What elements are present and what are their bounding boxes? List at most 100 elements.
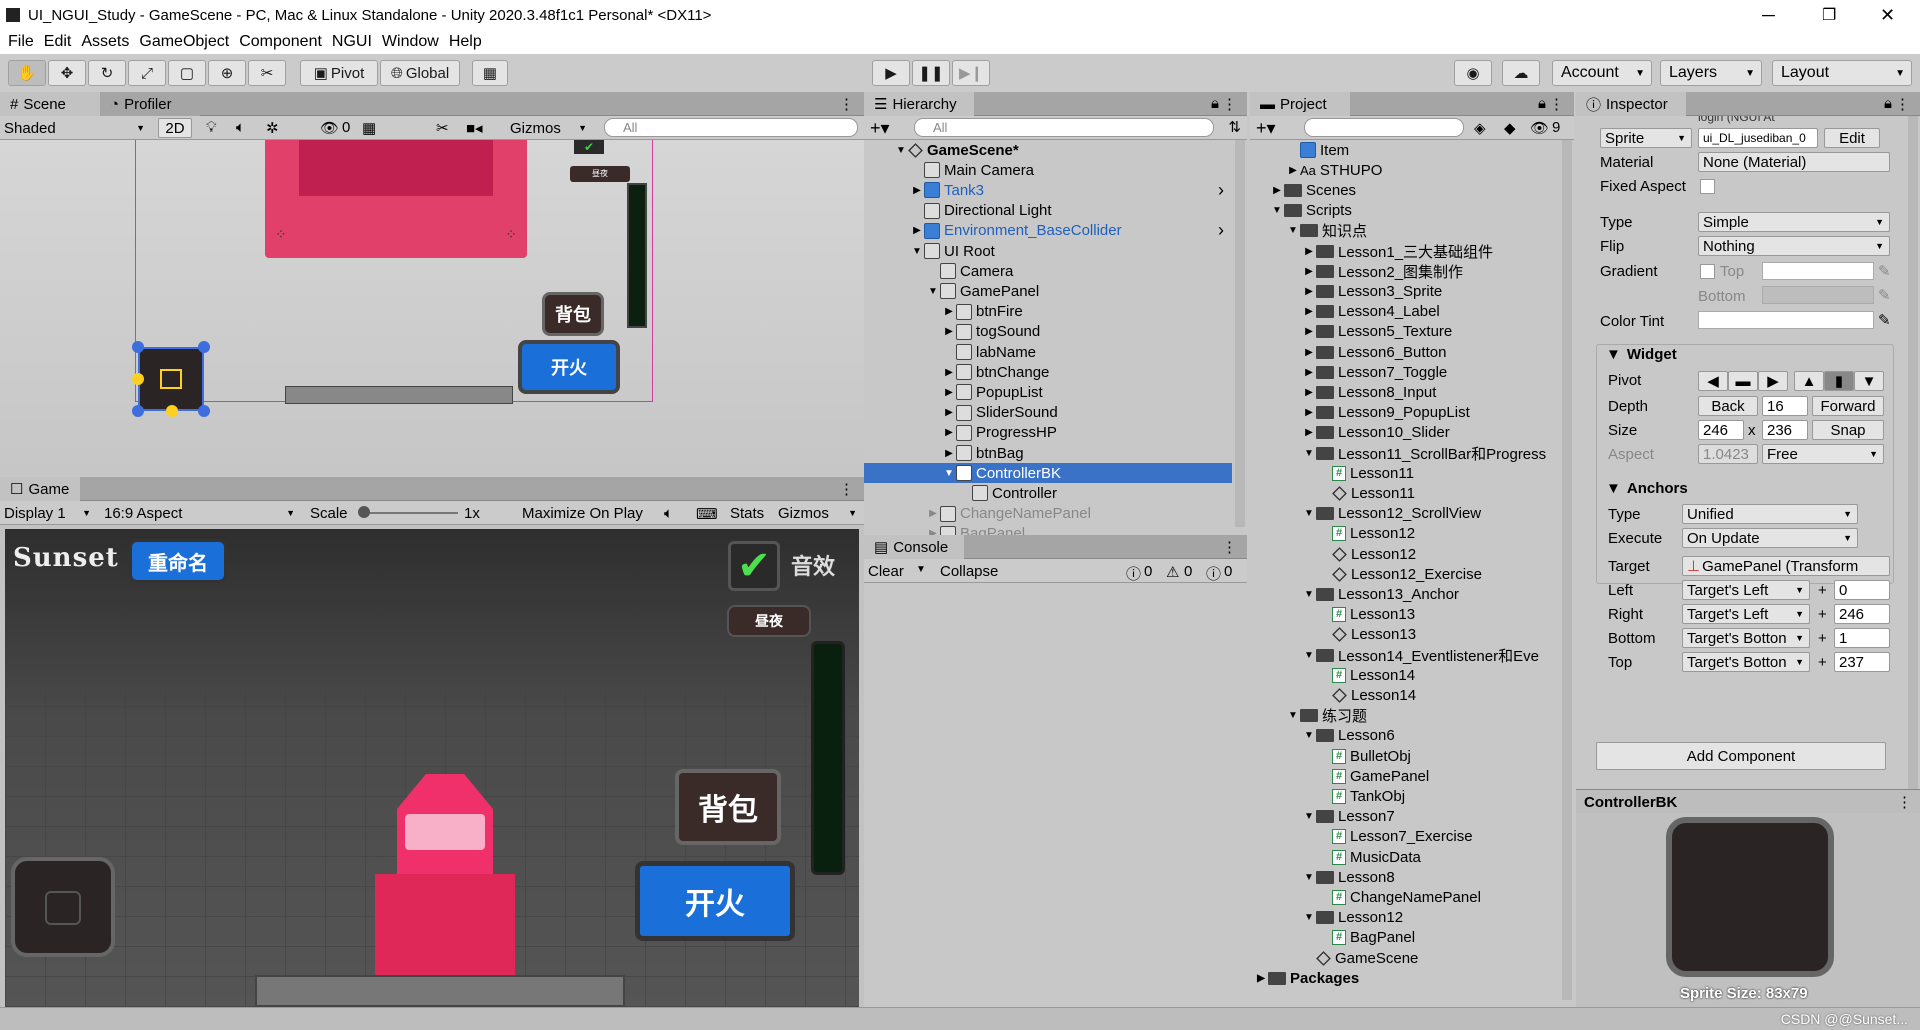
- tab-project[interactable]: ▬ Project: [1250, 92, 1350, 116]
- tree-row[interactable]: ▼ ControllerBK: [864, 463, 1232, 484]
- rotate-tool-icon[interactable]: ↻: [88, 60, 126, 86]
- collapse-icon[interactable]: ▶: [942, 448, 956, 459]
- create-icon[interactable]: +▾: [870, 118, 890, 139]
- aspect-field[interactable]: 1.0423: [1698, 444, 1758, 464]
- collapse-icon[interactable]: ▶: [926, 528, 940, 535]
- console-log-area[interactable]: [864, 583, 1247, 1007]
- selected-controller-bk[interactable]: [138, 347, 204, 411]
- controller-bk[interactable]: [11, 857, 115, 957]
- menu-gameobject[interactable]: GameObject: [139, 33, 231, 51]
- tree-row[interactable]: ▶ Lesson2_图集制作: [1250, 261, 1558, 281]
- expand-icon[interactable]: ▼: [1302, 730, 1316, 741]
- left-offset-field[interactable]: 0: [1834, 580, 1890, 600]
- expand-icon[interactable]: ▼: [910, 246, 924, 257]
- play-icon[interactable]: ▶: [872, 60, 910, 86]
- anchor-left[interactable]: [132, 373, 144, 385]
- hidden-objects-icon[interactable]: 👁︎: [320, 119, 339, 137]
- tree-row[interactable]: ▶ Lesson8_Input: [1250, 382, 1558, 402]
- pivot-top-icon[interactable]: ▲: [1794, 371, 1824, 391]
- pivot-right-icon[interactable]: ▶: [1758, 371, 1788, 391]
- collapse-icon[interactable]: ▶: [1286, 165, 1300, 176]
- type-dropdown[interactable]: Simple: [1698, 212, 1890, 232]
- sound-slider[interactable]: [811, 641, 845, 875]
- tree-row[interactable]: ▶ Lesson10_Slider: [1250, 423, 1558, 443]
- effects-icon[interactable]: ✲: [266, 119, 279, 137]
- depth-field[interactable]: 16: [1762, 396, 1808, 416]
- expand-icon[interactable]: ▼: [1286, 225, 1300, 236]
- tree-row[interactable]: ▶ Lesson7_Toggle: [1250, 362, 1558, 382]
- tab-hierarchy[interactable]: ☰ Hierarchy: [864, 92, 974, 116]
- right-ref-dropdown[interactable]: Target's Left: [1682, 604, 1810, 624]
- collapse-icon[interactable]: ▶: [1302, 367, 1316, 378]
- collapse-icon[interactable]: ▶: [942, 407, 956, 418]
- tree-row[interactable]: ▼ GameScene*: [864, 140, 1232, 160]
- execute-dropdown[interactable]: On Update: [1682, 528, 1858, 548]
- layers-dropdown[interactable]: Layers: [1660, 60, 1762, 86]
- tree-row[interactable]: ▼ UI Root: [864, 241, 1232, 261]
- widget-header[interactable]: ▼ Widget: [1606, 346, 1677, 363]
- collapse-icon[interactable]: ▶: [942, 427, 956, 438]
- collapse-icon[interactable]: ▶: [910, 225, 924, 236]
- shortcuts-icon[interactable]: ⌨: [696, 505, 718, 523]
- inspector-lock-icon[interactable]: 🔒︎: [1884, 95, 1892, 112]
- gradient-bottom-color[interactable]: [1762, 286, 1874, 304]
- tree-row[interactable]: Lesson11: [1250, 483, 1558, 503]
- tree-row[interactable]: ▶ SliderSound: [864, 403, 1232, 423]
- tree-row[interactable]: Lesson12: [1250, 544, 1558, 564]
- tree-row[interactable]: ▶ Lesson6_Button: [1250, 342, 1558, 362]
- preview-menu-icon[interactable]: ⋮: [1897, 793, 1912, 811]
- expand-icon[interactable]: ▼: [1302, 650, 1316, 661]
- tree-row[interactable]: # GamePanel: [1250, 766, 1558, 786]
- expand-icon[interactable]: ▼: [1302, 448, 1316, 459]
- anchor-type-dropdown[interactable]: Unified: [1682, 504, 1858, 524]
- inspector-scrollbar[interactable]: [1908, 116, 1918, 796]
- snap-button[interactable]: Snap: [1812, 420, 1884, 440]
- project-search[interactable]: [1304, 118, 1464, 137]
- hand-tool-icon[interactable]: ✋: [8, 60, 46, 86]
- collapse-icon[interactable]: ▶: [1302, 306, 1316, 317]
- lock-icon[interactable]: 🔒︎: [1211, 95, 1219, 112]
- tree-row[interactable]: Main Camera: [864, 160, 1232, 180]
- pivot-left-icon[interactable]: ◀: [1698, 371, 1728, 391]
- tree-row[interactable]: ▶ ProgressHP: [864, 423, 1232, 443]
- tree-row[interactable]: ▼ Lesson7: [1250, 807, 1558, 827]
- warning-icon[interactable]: ⚠: [1166, 563, 1179, 581]
- game-view[interactable]: Sunset 重命名 ✔ 音效 昼夜 背包 开火: [5, 529, 859, 1007]
- tree-row[interactable]: ▼ 练习题: [1250, 706, 1558, 726]
- tree-row[interactable]: ▶ Tank3 ›: [864, 180, 1232, 200]
- clear-options-icon[interactable]: ▼: [916, 564, 926, 575]
- grid-snap-icon[interactable]: ▦: [472, 60, 508, 86]
- tree-row[interactable]: # Lesson13: [1250, 605, 1558, 625]
- chevron-right-icon[interactable]: ›: [1218, 220, 1224, 241]
- inspector-menu-icon[interactable]: ⋮: [1895, 95, 1910, 113]
- expand-icon[interactable]: ▼: [1302, 589, 1316, 600]
- audio-icon[interactable]: 🔈︎: [236, 119, 245, 136]
- tree-row[interactable]: ▼ Lesson12: [1250, 908, 1558, 928]
- tree-row[interactable]: labName: [864, 342, 1232, 362]
- collapse-icon[interactable]: ▶: [942, 326, 956, 337]
- shading-mode-dropdown[interactable]: Shaded: [0, 118, 150, 138]
- handle-br[interactable]: [198, 405, 210, 417]
- anchors-header[interactable]: ▼ Anchors: [1606, 480, 1688, 497]
- tree-row[interactable]: # ChangeNamePanel: [1250, 887, 1558, 907]
- collapse-icon[interactable]: ▶: [1302, 266, 1316, 277]
- project-menu-icon[interactable]: ⋮: [1549, 95, 1564, 113]
- minimize-button[interactable]: ─: [1762, 5, 1775, 26]
- menu-help[interactable]: Help: [449, 33, 484, 51]
- cloud-icon[interactable]: ☁: [1502, 60, 1540, 86]
- tab-game[interactable]: ☐ Game: [0, 477, 80, 501]
- tree-row[interactable]: Lesson12_Exercise: [1250, 564, 1558, 584]
- top-offset-field[interactable]: 237: [1834, 652, 1890, 672]
- info-icon[interactable]: ⓘ: [1126, 563, 1141, 584]
- menu-component[interactable]: Component: [239, 33, 324, 51]
- tree-row[interactable]: # MusicData: [1250, 847, 1558, 867]
- tree-row[interactable]: ▼ Lesson6: [1250, 726, 1558, 746]
- eyedropper-icon[interactable]: ✎: [1878, 262, 1891, 280]
- expand-icon[interactable]: ▼: [1302, 912, 1316, 923]
- aspect-dropdown[interactable]: 16:9 Aspect: [100, 503, 300, 523]
- aspect-mode-dropdown[interactable]: Free: [1762, 444, 1884, 464]
- tree-row[interactable]: ▼ Scripts: [1250, 201, 1558, 221]
- collapse-icon[interactable]: ▶: [942, 387, 956, 398]
- tree-row[interactable]: ▶ ChangeNamePanel: [864, 504, 1232, 524]
- depth-back-button[interactable]: Back: [1698, 396, 1758, 416]
